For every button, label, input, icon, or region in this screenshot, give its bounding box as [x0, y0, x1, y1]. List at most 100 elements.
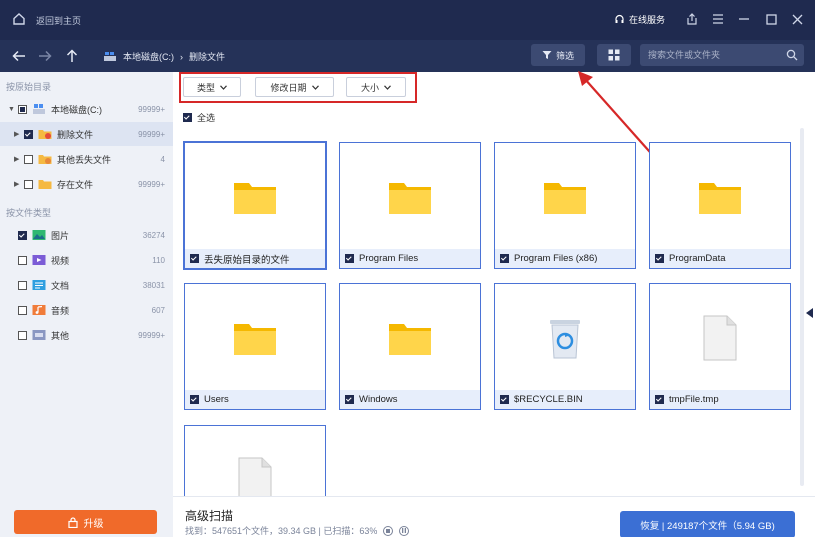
checkbox[interactable]: [655, 254, 664, 263]
sidebar-item-existing-files[interactable]: ▶ 存在文件 99999+: [0, 172, 173, 196]
online-service-button[interactable]: 在线服务: [614, 13, 665, 26]
collapse-panel-arrow-icon[interactable]: [806, 308, 813, 318]
breadcrumb-drive[interactable]: 本地磁盘(C:): [123, 50, 174, 63]
checkbox[interactable]: [655, 395, 664, 404]
select-all-checkbox[interactable]: [183, 113, 192, 122]
recover-button[interactable]: 恢复 | 249187个文件（5.94 GB): [620, 511, 795, 537]
folder-icon: [389, 182, 431, 214]
file-card[interactable]: Windows: [339, 283, 481, 410]
breadcrumb-separator-icon: ›: [180, 51, 183, 62]
thumbnail: [650, 143, 790, 250]
stop-icon[interactable]: [383, 525, 394, 536]
checkbox[interactable]: [345, 395, 354, 404]
breadcrumb-folder[interactable]: 删除文件: [189, 50, 225, 63]
chevron-down-icon: [220, 84, 227, 90]
type-filter-label: 类型: [196, 82, 215, 93]
checkbox[interactable]: [18, 280, 27, 290]
audio-icon: [32, 304, 46, 316]
checkbox[interactable]: [500, 254, 509, 263]
lock-icon: [67, 516, 78, 528]
title-bar: 返回到主页 在线服务: [0, 0, 815, 40]
checkbox[interactable]: [18, 330, 27, 340]
sidebar-item-label: 删除文件: [57, 129, 94, 140]
file-name: ProgramData: [669, 253, 726, 264]
sidebar-item-count: 99999+: [138, 104, 165, 114]
modified-date-filter-dropdown[interactable]: 修改日期: [255, 77, 334, 97]
sidebar-item-count: 607: [151, 305, 165, 315]
thumbnail: [340, 143, 480, 250]
folder-icon: [234, 182, 276, 214]
back-arrow-icon[interactable]: [10, 47, 28, 65]
drive-icon: [32, 103, 46, 115]
home-icon[interactable]: [12, 12, 26, 26]
expand-arrow-icon[interactable]: ▶: [14, 180, 24, 188]
checkbox[interactable]: [18, 230, 27, 240]
chevron-down-icon: [311, 84, 319, 90]
sidebar-item-count: 36274: [142, 230, 165, 240]
minimize-icon[interactable]: [736, 11, 752, 27]
menu-icon[interactable]: [710, 11, 726, 27]
checkbox[interactable]: [24, 179, 33, 189]
expand-arrow-icon[interactable]: ▶: [14, 130, 24, 138]
checkbox[interactable]: [18, 255, 27, 265]
checkbox[interactable]: [345, 254, 354, 263]
folder-icon: [699, 182, 741, 214]
sidebar-item-others[interactable]: 其他 99999+: [0, 323, 173, 347]
online-service-label: 在线服务: [629, 15, 666, 25]
checkbox[interactable]: [24, 154, 33, 164]
filter-label: 筛选: [555, 50, 574, 61]
sidebar-item-audio[interactable]: 音频 607: [0, 298, 173, 322]
drive-icon: [103, 51, 117, 62]
scan-status-text: 找到：547651个文件，39.34 GB | 已扫描：63%: [185, 526, 378, 536]
checkbox[interactable]: [18, 104, 27, 114]
file-card[interactable]: tmpFile.tmp: [649, 283, 791, 410]
image-icon: [32, 229, 46, 241]
checkbox[interactable]: [500, 395, 509, 404]
sidebar-item-deleted-files[interactable]: ▶ 删除文件 99999+: [0, 122, 173, 146]
back-to-home-link[interactable]: 返回到主页: [36, 14, 81, 27]
upgrade-button[interactable]: 升级: [14, 510, 157, 534]
sidebar-item-label: 其他丢失文件: [57, 154, 112, 165]
file-card[interactable]: Program Files (x86): [494, 142, 636, 269]
size-filter-dropdown[interactable]: 大小: [346, 77, 406, 97]
thumbnail: [340, 284, 480, 391]
maximize-icon[interactable]: [763, 11, 779, 27]
file-card[interactable]: Users: [184, 283, 326, 410]
file-name: tmpFile.tmp: [669, 394, 719, 405]
checkbox[interactable]: [24, 129, 33, 139]
sidebar-section-directory: 按原始目录: [6, 82, 52, 92]
advanced-scan-title: 高级扫描: [185, 509, 234, 523]
select-all[interactable]: 全选: [183, 111, 215, 124]
expand-arrow-icon[interactable]: ▶: [14, 155, 24, 163]
pause-icon[interactable]: [399, 525, 410, 536]
scrollbar[interactable]: [800, 128, 804, 486]
close-icon[interactable]: [789, 11, 805, 27]
type-filter-dropdown[interactable]: 类型: [183, 77, 241, 97]
file-caption: tmpFile.tmp: [650, 390, 790, 409]
sidebar-item-other-lost-files[interactable]: ▶ 其他丢失文件 4: [0, 147, 173, 171]
thumbnail: [185, 426, 325, 497]
forward-arrow-icon[interactable]: [36, 47, 54, 65]
share-icon[interactable]: [684, 11, 700, 27]
up-arrow-icon[interactable]: [63, 47, 81, 65]
sidebar-item-videos[interactable]: 视频 110: [0, 248, 173, 272]
folder-icon: [389, 323, 431, 355]
sidebar-item-local-disk[interactable]: ▼ 本地磁盘(C:) 99999+: [0, 97, 173, 121]
file-name: Windows: [359, 394, 398, 405]
sidebar-item-documents[interactable]: 文档 38031: [0, 273, 173, 297]
checkbox[interactable]: [190, 254, 199, 263]
checkbox[interactable]: [190, 395, 199, 404]
file-card[interactable]: ProgramData: [649, 142, 791, 269]
file-icon: [238, 457, 272, 497]
file-card[interactable]: Program Files: [339, 142, 481, 269]
thumbnail: [185, 143, 325, 250]
file-card[interactable]: [184, 425, 326, 497]
expand-arrow-icon[interactable]: ▼: [8, 106, 18, 113]
folder-icon: [234, 323, 276, 355]
file-card[interactable]: 丢失原始目录的文件: [184, 142, 326, 269]
file-card[interactable]: $RECYCLE.BIN: [494, 283, 636, 410]
search-icon[interactable]: [786, 49, 798, 61]
file-name: Program Files: [359, 253, 419, 264]
sidebar-item-images[interactable]: 图片 36274: [0, 223, 173, 247]
checkbox[interactable]: [18, 305, 27, 315]
